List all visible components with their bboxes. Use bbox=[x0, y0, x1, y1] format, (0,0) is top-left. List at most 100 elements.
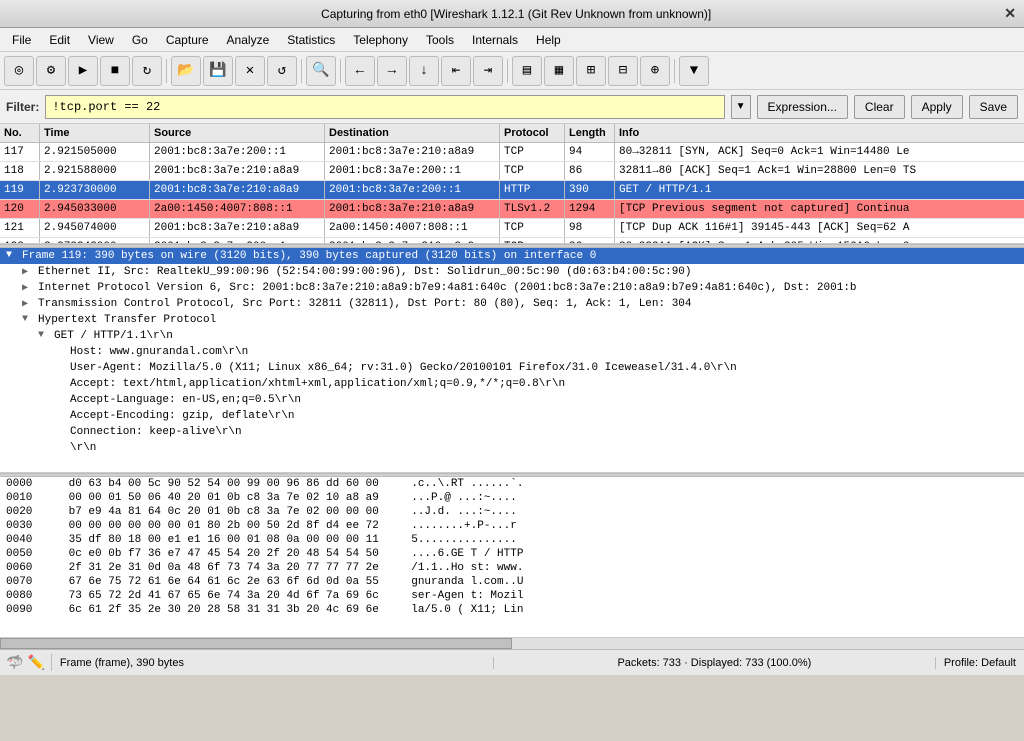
filter-label: Filter: bbox=[6, 100, 39, 114]
reload-button[interactable]: ↺ bbox=[267, 56, 297, 86]
options-button[interactable]: ⚙ bbox=[36, 56, 66, 86]
detail-item[interactable]: ▶Transmission Control Protocol, Src Port… bbox=[0, 296, 1024, 312]
resolve-button[interactable]: ⊕ bbox=[640, 56, 670, 86]
next-packet-button[interactable]: → bbox=[377, 56, 407, 86]
menu-item-tools[interactable]: Tools bbox=[418, 31, 462, 49]
detail-item[interactable]: Accept-Language: en-US,en;q=0.5\r\n bbox=[0, 392, 1024, 408]
clear-button[interactable]: Clear bbox=[854, 95, 905, 119]
toolbar-separator bbox=[301, 59, 302, 83]
shark-icon: 🦈 bbox=[6, 654, 23, 671]
packet-details: ▼Frame 119: 390 bytes on wire (3120 bits… bbox=[0, 248, 1024, 473]
filter-dropdown[interactable]: ▼ bbox=[731, 95, 751, 119]
find-packet-button[interactable]: 🔍 bbox=[306, 56, 336, 86]
hex-offset: 0000 bbox=[6, 478, 46, 490]
colorize-button[interactable]: ▤ bbox=[512, 56, 542, 86]
detail-item[interactable]: ▼Hypertext Transfer Protocol bbox=[0, 312, 1024, 328]
expand-icon: ▼ bbox=[22, 314, 34, 325]
title-bar: Capturing from eth0 [Wireshark 1.12.1 (G… bbox=[0, 0, 1024, 28]
filter-bar: Filter: ▼ Expression... Clear Apply Save bbox=[0, 90, 1024, 124]
toolbar: ◎⚙▶■↻ 📂💾✕↺ 🔍 ←→↓⇤⇥ ▤▦⊞⊟⊕ ▼ bbox=[0, 52, 1024, 90]
zoom-in-button[interactable]: ▦ bbox=[544, 56, 574, 86]
hex-bytes: 35 df 80 18 00 e1 e1 16 00 01 08 0a 00 0… bbox=[69, 534, 389, 546]
last-packet-button[interactable]: ⇥ bbox=[473, 56, 503, 86]
packet-list: No. Time Source Destination Protocol Len… bbox=[0, 124, 1024, 244]
detail-item[interactable]: User-Agent: Mozilla/5.0 (X11; Linux x86_… bbox=[0, 360, 1024, 376]
menu-item-view[interactable]: View bbox=[80, 31, 122, 49]
expand-icon: ▶ bbox=[22, 266, 34, 278]
hex-bytes: 0c e0 0b f7 36 e7 47 45 54 20 2f 20 48 5… bbox=[69, 548, 389, 560]
table-row[interactable]: 118 2.921588000 2001:bc8:3a7e:210:a8a9 2… bbox=[0, 162, 1024, 181]
expand-all-button[interactable]: ⊞ bbox=[576, 56, 606, 86]
expand-icon: ▶ bbox=[22, 298, 34, 310]
detail-text: Ethernet II, Src: RealtekU_99:00:96 (52:… bbox=[38, 266, 692, 278]
hex-row: 0080 73 65 72 2d 41 67 65 6e 74 3a 20 4d… bbox=[0, 589, 1024, 603]
apply-button[interactable]: Apply bbox=[911, 95, 963, 119]
save-file-button[interactable]: 💾 bbox=[203, 56, 233, 86]
detail-item[interactable]: Connection: keep-alive\r\n bbox=[0, 424, 1024, 440]
table-row[interactable]: 117 2.921505000 2001:bc8:3a7e:200::1 200… bbox=[0, 143, 1024, 162]
hex-offset: 0040 bbox=[6, 534, 46, 546]
window-close-button[interactable]: ✕ bbox=[1004, 5, 1016, 22]
hex-bytes: b7 e9 4a 81 64 0c 20 01 0b c8 3a 7e 02 0… bbox=[69, 506, 389, 518]
menu-item-file[interactable]: File bbox=[4, 31, 39, 49]
menu-item-capture[interactable]: Capture bbox=[158, 31, 217, 49]
first-packet-button[interactable]: ⇤ bbox=[441, 56, 471, 86]
open-file-button[interactable]: 📂 bbox=[171, 56, 201, 86]
detail-text: Host: www.gnurandal.com\r\n bbox=[70, 346, 248, 358]
more-button[interactable]: ▼ bbox=[679, 56, 709, 86]
detail-item[interactable]: ▼Frame 119: 390 bytes on wire (3120 bits… bbox=[0, 248, 1024, 264]
table-row[interactable]: 119 2.923730000 2001:bc8:3a7e:210:a8a9 2… bbox=[0, 181, 1024, 200]
menu-item-go[interactable]: Go bbox=[124, 31, 156, 49]
toolbar-separator bbox=[340, 59, 341, 83]
collapse-all-button[interactable]: ⊟ bbox=[608, 56, 638, 86]
col-header-protocol: Protocol bbox=[500, 124, 565, 142]
hex-ascii: ser-Agen t: Mozil bbox=[411, 590, 523, 602]
restart-button[interactable]: ↻ bbox=[132, 56, 162, 86]
hex-offset: 0060 bbox=[6, 562, 46, 574]
hex-offset: 0070 bbox=[6, 576, 46, 588]
packet-list-header: No. Time Source Destination Protocol Len… bbox=[0, 124, 1024, 143]
stop-capture-button[interactable]: ■ bbox=[100, 56, 130, 86]
hex-offset: 0090 bbox=[6, 604, 46, 616]
detail-item[interactable]: ▶Internet Protocol Version 6, Src: 2001:… bbox=[0, 280, 1024, 296]
hex-dump: 0000 d0 63 b4 00 5c 90 52 54 00 99 00 96… bbox=[0, 477, 1024, 637]
detail-item[interactable]: Accept-Encoding: gzip, deflate\r\n bbox=[0, 408, 1024, 424]
menu-item-statistics[interactable]: Statistics bbox=[279, 31, 343, 49]
hex-bytes: d0 63 b4 00 5c 90 52 54 00 99 00 96 86 d… bbox=[69, 478, 389, 490]
menu-item-telephony[interactable]: Telephony bbox=[345, 31, 416, 49]
status-frame-text: Frame (frame), 390 bytes bbox=[52, 657, 493, 669]
menu-item-analyze[interactable]: Analyze bbox=[219, 31, 278, 49]
toolbar-separator bbox=[674, 59, 675, 83]
expand-icon: ▶ bbox=[22, 282, 34, 294]
hex-scrollbar[interactable] bbox=[0, 637, 1024, 649]
detail-item[interactable]: ▼GET / HTTP/1.1\r\n bbox=[0, 328, 1024, 344]
packet-rows: 117 2.921505000 2001:bc8:3a7e:200::1 200… bbox=[0, 143, 1024, 244]
hex-row: 0020 b7 e9 4a 81 64 0c 20 01 0b c8 3a 7e… bbox=[0, 505, 1024, 519]
status-profile-text: Profile: Default bbox=[936, 657, 1024, 669]
menu-item-help[interactable]: Help bbox=[528, 31, 569, 49]
goto-packet-button[interactable]: ↓ bbox=[409, 56, 439, 86]
hex-row: 0000 d0 63 b4 00 5c 90 52 54 00 99 00 96… bbox=[0, 477, 1024, 491]
save-button[interactable]: Save bbox=[969, 95, 1018, 119]
hex-bytes: 2f 31 2e 31 0d 0a 48 6f 73 74 3a 20 77 7… bbox=[69, 562, 389, 574]
start-capture-button[interactable]: ▶ bbox=[68, 56, 98, 86]
hex-offset: 0080 bbox=[6, 590, 46, 602]
menu-item-internals[interactable]: Internals bbox=[464, 31, 526, 49]
prev-packet-button[interactable]: ← bbox=[345, 56, 375, 86]
col-header-source: Source bbox=[150, 124, 325, 142]
menu-bar: FileEditViewGoCaptureAnalyzeStatisticsTe… bbox=[0, 28, 1024, 52]
filter-input[interactable] bbox=[45, 95, 724, 119]
detail-item[interactable]: \r\n bbox=[0, 440, 1024, 456]
expression-button[interactable]: Expression... bbox=[757, 95, 848, 119]
detail-item[interactable]: Accept: text/html,application/xhtml+xml,… bbox=[0, 376, 1024, 392]
close-capture-button[interactable]: ✕ bbox=[235, 56, 265, 86]
detail-item[interactable]: Host: www.gnurandal.com\r\n bbox=[0, 344, 1024, 360]
interface-list-button[interactable]: ◎ bbox=[4, 56, 34, 86]
hex-row: 0060 2f 31 2e 31 0d 0a 48 6f 73 74 3a 20… bbox=[0, 561, 1024, 575]
detail-item[interactable]: ▶ Ethernet II, Src: RealtekU_99:00:96 (52… bbox=[0, 264, 1024, 280]
table-row[interactable]: 120 2.945033000 2a00:1450:4007:808::1 20… bbox=[0, 200, 1024, 219]
toolbar-separator bbox=[166, 59, 167, 83]
table-row[interactable]: 121 2.945074000 2001:bc8:3a7e:210:a8a9 2… bbox=[0, 219, 1024, 238]
hex-bytes: 00 00 00 00 00 00 01 80 2b 00 50 2d 8f d… bbox=[69, 520, 389, 532]
menu-item-edit[interactable]: Edit bbox=[41, 31, 78, 49]
